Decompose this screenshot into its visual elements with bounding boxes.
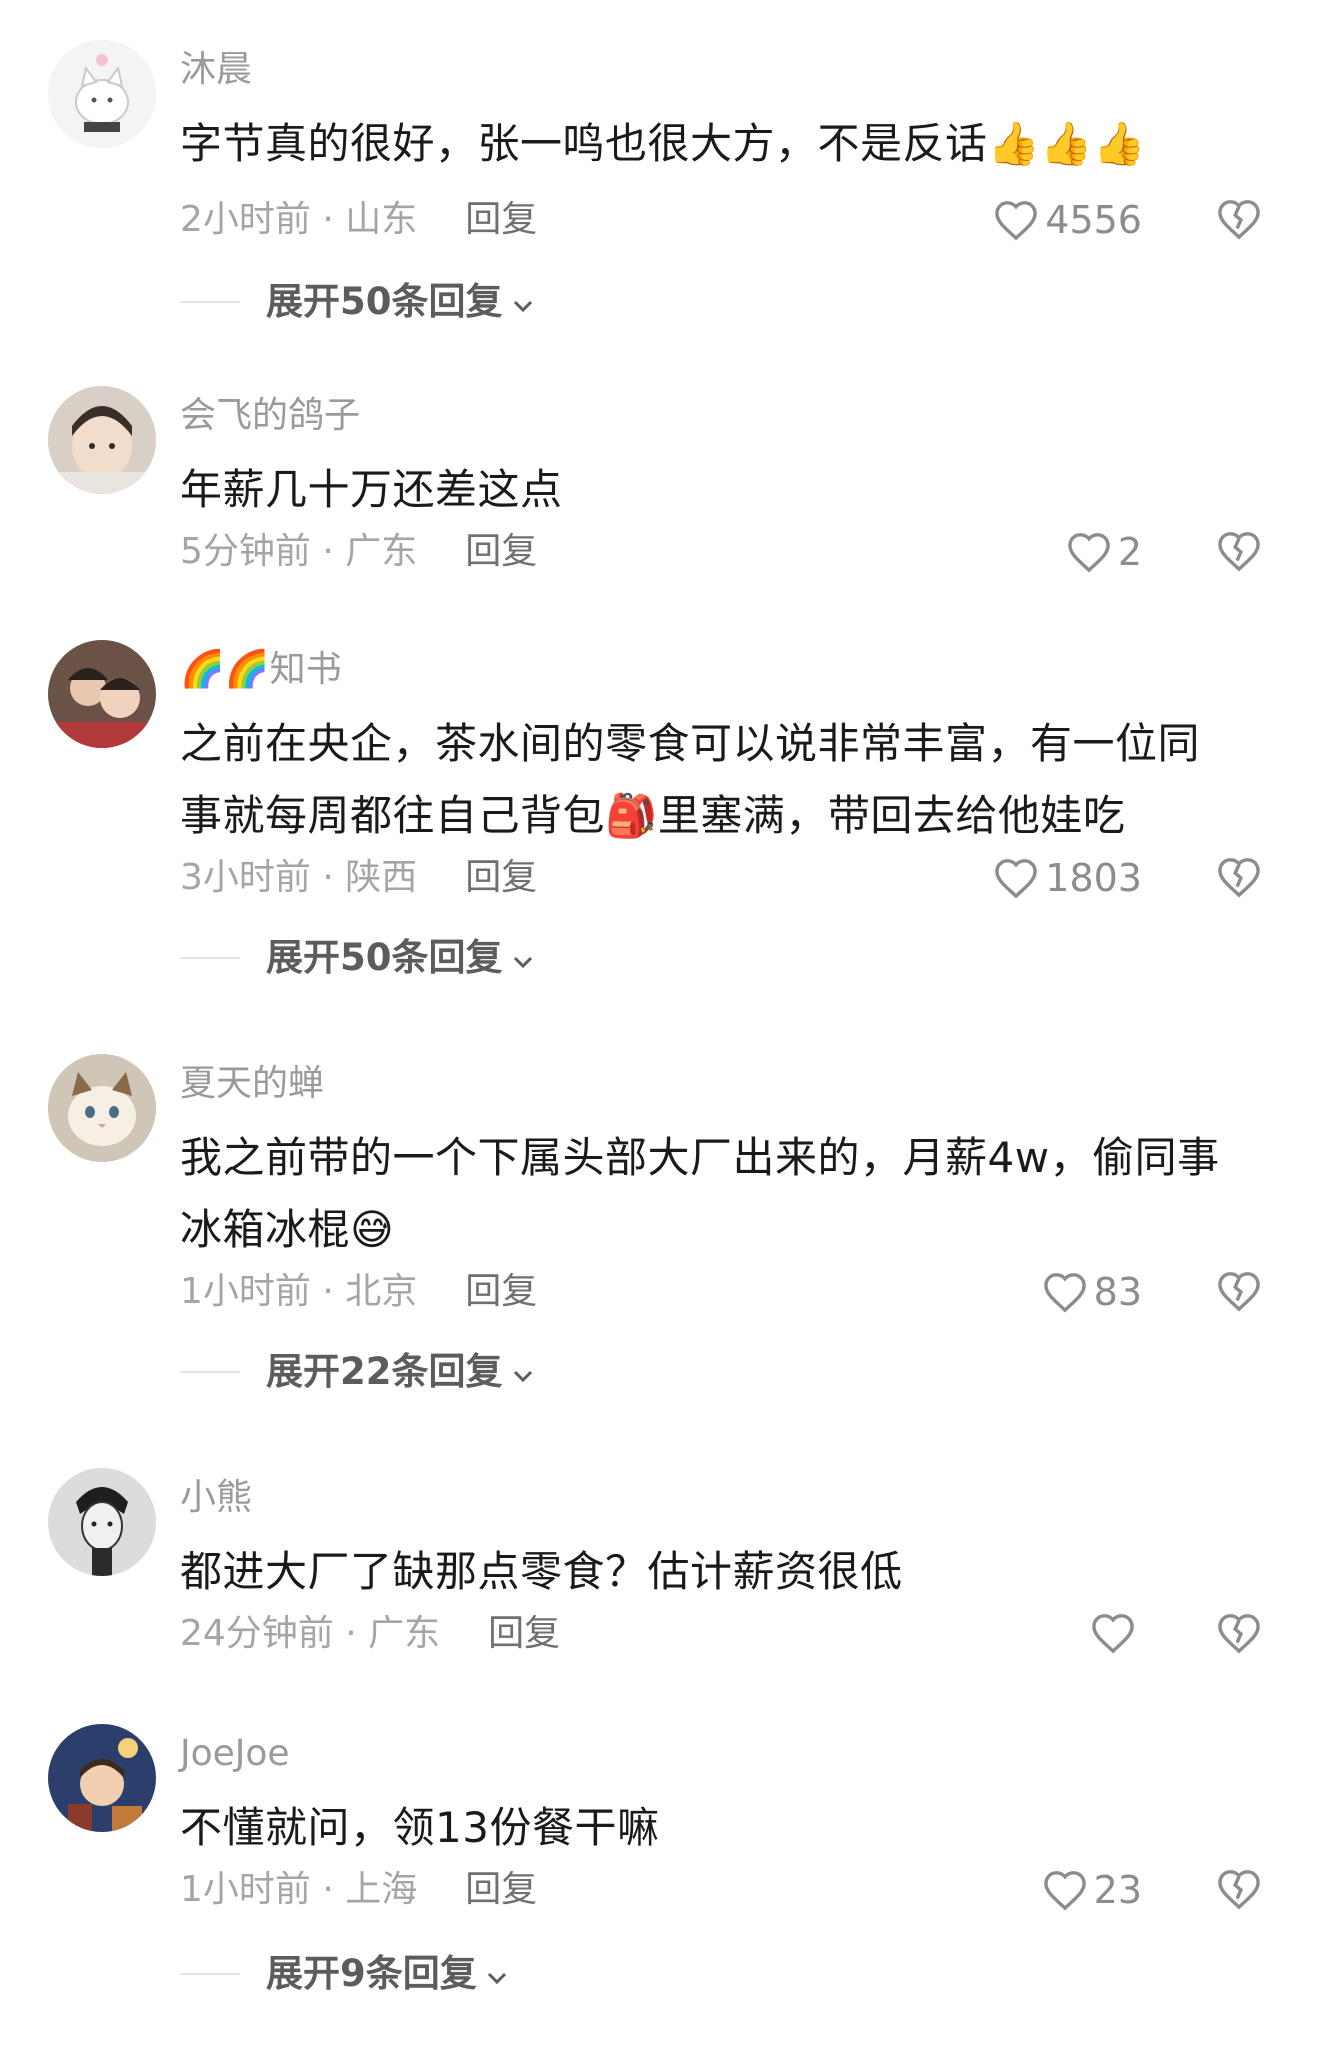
divider-line [180,301,240,303]
comment-text: 我之前带的一个下属头部大厂出来的，月薪4w，偷同事 冰箱冰棍😅 [180,1122,1270,1266]
reply-button[interactable]: 回复 [465,1271,537,1312]
comment-meta: 2小时前 · 山东 回复 [180,198,537,242]
heart-icon [993,199,1039,241]
comment-time-location: 24分钟前 · 广东 [180,1613,441,1654]
avatar-image [48,1724,156,1832]
avatar-image [48,1054,156,1162]
heart-icon [993,857,1039,899]
comment-text-line: 事就每周都往自己背包🎒里塞满，带回去给他娃吃 [180,780,1270,852]
expand-replies-label: 展开22条回复 [266,1350,503,1393]
chevron-down-icon [511,936,535,980]
expand-replies-label: 展开50条回复 [266,280,503,323]
comment-list: 沐晨 字节真的很好，张一鸣也很大方，不是反话👍👍👍 2小时前 · 山东 回复 45… [0,0,1320,2046]
divider-line [180,1371,240,1373]
avatar[interactable] [48,1724,156,1832]
like-count: 2 [1117,530,1142,574]
heart-icon [1042,1271,1088,1313]
comment-meta: 1小时前 · 上海 回复 [180,1868,537,1912]
comment-text-content: 字节真的很好，张一鸣也很大方，不是反话 [180,119,988,168]
comment-time-location: 1小时前 · 上海 [180,1869,418,1910]
comment-time-location: 2小时前 · 山东 [180,199,418,240]
comment-text: 年薪几十万还差这点 [180,465,563,514]
expand-replies-button[interactable]: 展开50条回复 [180,280,535,324]
avatar-image [48,386,156,494]
expand-replies-button[interactable]: 展开9条回复 [180,1952,509,1996]
broken-heart-icon[interactable] [1216,1612,1262,1654]
broken-heart-icon[interactable] [1216,198,1262,240]
divider-line [180,957,240,959]
comment-text-line: 之前在央企，茶水间的零食可以说非常丰富，有一位同 [180,719,1201,768]
like-count: 83 [1093,1270,1142,1314]
avatar-image [48,1468,156,1576]
like-button[interactable]: 4556 [993,198,1142,242]
comment-text: 不懂就问，领13份餐干嘛 [180,1803,660,1852]
reply-button[interactable]: 回复 [488,1613,560,1654]
comment-username-text: 知书 [269,649,342,690]
thumbs-up-emoji: 👍👍👍 [987,119,1146,168]
like-button[interactable] [1090,1612,1142,1654]
comment-meta: 24分钟前 · 广东 回复 [180,1612,560,1656]
comment-text: 之前在央企，茶水间的零食可以说非常丰富，有一位同 事就每周都往自己背包🎒里塞满，… [180,708,1270,852]
rainbow-emoji: 🌈🌈 [180,649,270,690]
comment-time-location: 1小时前 · 北京 [180,1271,418,1312]
avatar[interactable] [48,1054,156,1162]
comment-meta: 1小时前 · 北京 回复 [180,1270,537,1314]
reply-button[interactable]: 回复 [465,199,537,240]
like-count: 4556 [1045,198,1142,242]
like-count: 1803 [1045,856,1142,900]
heart-icon [1066,531,1112,573]
grinning-sweat-emoji: 😅 [350,1205,395,1254]
expand-replies-label: 展开50条回复 [266,936,503,979]
like-count: 23 [1093,1868,1142,1912]
like-button[interactable]: 83 [1042,1270,1142,1314]
comment-text: 字节真的很好，张一鸣也很大方，不是反话👍👍👍 [180,108,1270,180]
comment-username[interactable]: 夏天的蝉 [180,1062,324,1106]
expand-replies-label: 展开9条回复 [266,1952,477,1995]
like-button[interactable]: 2 [1066,530,1142,574]
avatar[interactable] [48,386,156,494]
comment-meta: 5分钟前 · 广东 回复 [180,530,537,574]
avatar[interactable] [48,1468,156,1576]
chevron-down-icon [485,1952,509,1996]
comment-text-segment: 事就每周都往自己背包 [180,791,606,840]
avatar-image [48,40,156,148]
comment-username[interactable]: 会飞的鸽子 [180,394,360,438]
comment-text-segment: 里塞满，带回去给他娃吃 [657,791,1126,840]
chevron-down-icon [511,1350,535,1394]
backpack-emoji: 🎒 [605,791,658,840]
comment-text-segment: 冰箱冰棍 [180,1205,351,1254]
comment-username[interactable]: 🌈🌈知书 [180,648,342,692]
avatar[interactable] [48,640,156,748]
expand-replies-button[interactable]: 展开50条回复 [180,936,535,980]
reply-button[interactable]: 回复 [465,531,537,572]
chevron-down-icon [511,280,535,324]
comment-username[interactable]: JoeJoe [180,1732,290,1776]
comment-time-location: 3小时前 · 陕西 [180,857,418,898]
comment-text-line: 冰箱冰棍😅 [180,1194,1270,1266]
comment-time-location: 5分钟前 · 广东 [180,531,418,572]
heart-icon [1090,1612,1136,1654]
divider-line [180,1973,240,1975]
expand-replies-button[interactable]: 展开22条回复 [180,1350,535,1394]
comment-username[interactable]: 沐晨 [180,48,252,92]
comment-text-line: 我之前带的一个下属头部大厂出来的，月薪4w，偷同事 [180,1133,1220,1182]
like-button[interactable]: 23 [1042,1868,1142,1912]
broken-heart-icon[interactable] [1216,856,1262,898]
reply-button[interactable]: 回复 [465,857,537,898]
broken-heart-icon[interactable] [1216,530,1262,572]
broken-heart-icon[interactable] [1216,1270,1262,1312]
avatar-image [48,640,156,748]
comment-meta: 3小时前 · 陕西 回复 [180,856,537,900]
avatar[interactable] [48,40,156,148]
reply-button[interactable]: 回复 [465,1869,537,1910]
comment-text: 都进大厂了缺那点零食？估计薪资很低 [180,1547,903,1596]
heart-icon [1042,1869,1088,1911]
broken-heart-icon[interactable] [1216,1868,1262,1910]
like-button[interactable]: 1803 [993,856,1142,900]
comment-username[interactable]: 小熊 [180,1476,252,1520]
